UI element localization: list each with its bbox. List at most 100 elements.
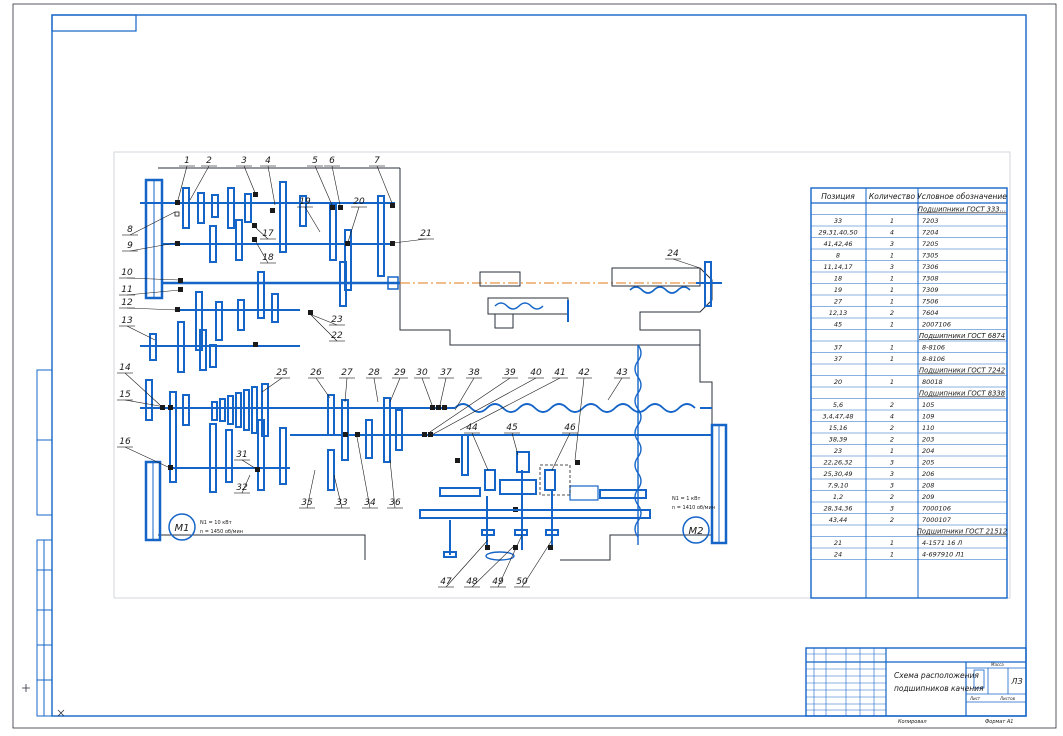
title-line-2: подшипников качения: [894, 684, 984, 693]
position-number: 25: [276, 368, 288, 378]
motor-m2-power: N1 = 1 кВт: [672, 496, 701, 502]
position-number: 28: [368, 368, 380, 378]
table-cell-position: 25,30,49: [824, 470, 853, 478]
position-number: 22: [331, 331, 343, 341]
table-header-position: Позиция: [821, 192, 855, 201]
format-label: Формат А1: [985, 719, 1013, 725]
table-cell-designation: 80018: [922, 378, 943, 386]
table-cell-quantity: 3: [890, 505, 894, 513]
position-number: 15: [119, 390, 131, 400]
copied-label: Копировал: [898, 719, 927, 725]
table-cell-position: 20: [834, 378, 842, 386]
table-cell-position: 19: [834, 286, 842, 294]
motor-m2-label: M2: [689, 526, 704, 537]
table-cell-designation: 4-1571 16 Л: [922, 539, 962, 547]
table-cell-position: 33: [834, 217, 842, 225]
callout-leader: [304, 206, 321, 233]
position-number: 26: [310, 368, 322, 378]
position-number: 48: [466, 577, 478, 587]
position-number: 13: [121, 316, 133, 326]
table-cell-position: 3,4,47,48: [822, 413, 853, 421]
title-line-1: Схема расположения: [894, 671, 979, 680]
position-number: 46: [564, 423, 576, 433]
table-cell-designation: 7203: [922, 217, 939, 225]
table-cell-quantity: 4: [890, 413, 894, 421]
table-cell-designation: 7305: [922, 252, 939, 260]
table-cell-position: 28,34,36: [824, 505, 853, 513]
callout-leader: [129, 211, 176, 236]
position-number: 31: [236, 450, 247, 460]
position-number: 23: [331, 315, 343, 325]
callout-leader: [331, 165, 341, 206]
table-cell-position: 22,26,32: [824, 459, 853, 467]
position-number: 16: [119, 437, 131, 447]
position-number: 40: [530, 368, 542, 378]
table-cell-quantity: 3: [890, 482, 894, 490]
position-number: 30: [416, 368, 428, 378]
title-block: [805, 647, 1027, 717]
position-number: 38: [468, 368, 480, 378]
table-cell-designation: 7306: [922, 263, 939, 271]
position-number: 8: [127, 225, 133, 235]
motor-m1-label: M1: [175, 523, 190, 534]
table-cell-position: 24: [834, 551, 842, 559]
table-cell-quantity: 1: [890, 252, 894, 260]
table-cell-designation: 8-8106: [922, 344, 945, 352]
motor-m1: M1 N1 = 10 кВт n = 1450 об/мин: [168, 513, 243, 541]
callout-leader: [314, 165, 333, 206]
position-number: 1: [184, 156, 190, 166]
callout-leader: [315, 377, 331, 399]
drawing-sheet: M1 N1 = 10 кВт n = 1450 об/мин M2 N1 = 1…: [12, 3, 1057, 729]
table-cell-designation: 8-8106: [922, 355, 945, 363]
position-number: 36: [389, 498, 401, 508]
sheet-mark: ЛЗ: [1010, 677, 1022, 686]
table-cell-quantity: 1: [890, 217, 894, 225]
table-cell-position: 18: [834, 275, 842, 283]
table-cell-position: 37: [834, 344, 843, 352]
position-number: 44: [466, 423, 478, 433]
callout-leader: [511, 432, 519, 456]
callout-leader: [243, 165, 257, 196]
table-cell-position: 37: [834, 355, 843, 363]
motor-m2: M2 N1 = 1 кВт n = 1410 об/мин: [672, 496, 715, 544]
table-cell-designation: 7604: [922, 309, 939, 317]
callout-leader: [607, 377, 623, 401]
carriage: [479, 271, 569, 329]
table-cell-quantity: 4: [890, 229, 894, 237]
table-cell-position: 21: [834, 539, 842, 547]
callout-leader: [421, 377, 433, 406]
position-number: 24: [667, 249, 679, 259]
table-cell-designation: 206: [922, 470, 934, 478]
table-cell-position: 27: [834, 298, 843, 306]
table-cell-designation: 205: [922, 459, 934, 467]
table-cell-quantity: 3: [890, 459, 894, 467]
position-number: 45: [506, 423, 518, 433]
position-number: 43: [616, 368, 628, 378]
table-cell-designation: 203: [922, 436, 934, 444]
table-header-designation: Условное обозначение: [917, 192, 1007, 201]
callout-leader: [344, 377, 348, 403]
table-cell-designation: 2007106: [922, 321, 951, 329]
table-cell-designation: 7000106: [922, 505, 951, 513]
position-number: 47: [440, 577, 452, 587]
table-cell-position: 1,2: [833, 493, 843, 501]
table-cell-quantity: 2: [890, 436, 894, 444]
table-cell-quantity: 3: [890, 470, 894, 478]
sheets-label: Листов: [999, 696, 1016, 701]
position-number: 29: [394, 368, 406, 378]
table-cell-designation: 7204: [922, 229, 939, 237]
table-cell-quantity: 1: [890, 551, 894, 559]
callout-leader: [129, 242, 176, 252]
table-cell-position: 29,31,40,50: [818, 229, 857, 237]
mass-label: Масса: [991, 662, 1004, 667]
position-number: 6: [329, 156, 335, 166]
table-cell-quantity: 1: [890, 355, 894, 363]
table-cell-designation: 109: [922, 413, 934, 421]
position-number: 41: [554, 368, 565, 378]
table-header-quantity: Количество: [869, 192, 916, 201]
position-number: 33: [336, 498, 348, 508]
table-cell-designation: 110: [922, 424, 934, 432]
position-number: 17: [262, 229, 274, 239]
table-cell-position: 45: [834, 321, 842, 329]
table-cell-quantity: 2: [890, 493, 894, 501]
